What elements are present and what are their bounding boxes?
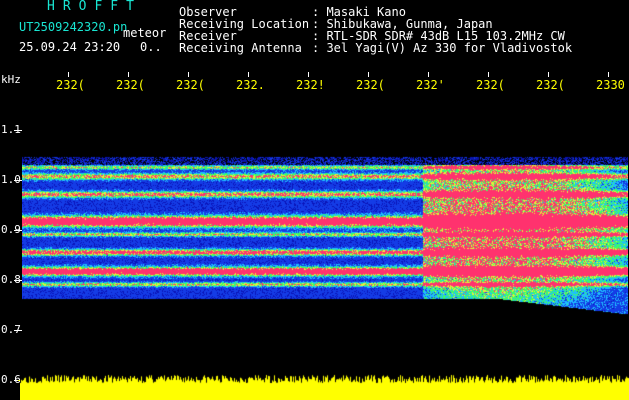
- signal-level-gauge: [20, 372, 629, 400]
- status-label: 0..: [140, 40, 162, 54]
- x-tick-label: 232.: [236, 78, 265, 92]
- app-title: HROFFT: [47, 0, 142, 14]
- x-tick: [248, 72, 249, 77]
- y-tick: [14, 330, 22, 331]
- y-tick: [14, 130, 22, 131]
- y-tick: [14, 280, 22, 281]
- x-tick: [608, 72, 609, 77]
- y-tick: [14, 180, 22, 181]
- x-tick-label: 2330: [596, 78, 625, 92]
- datetime-label: 25.09.24 23:20: [19, 40, 121, 54]
- x-tick-label: 232(: [176, 78, 205, 92]
- x-tick-label: 232!: [296, 78, 325, 92]
- y-axis-unit: kHz: [1, 73, 21, 86]
- y-tick: [14, 230, 22, 231]
- x-tick-label: 232(: [56, 78, 85, 92]
- x-tick-label: 232': [416, 78, 445, 92]
- x-tick-label: 232(: [356, 78, 385, 92]
- x-tick: [68, 72, 69, 77]
- x-tick-label: 232(: [536, 78, 565, 92]
- x-tick: [128, 72, 129, 77]
- filename-label: UT2509242320.pn: [19, 20, 128, 34]
- x-tick: [428, 72, 429, 77]
- antenna-value: : 3el Yagi(V) Az 330 for Vladivostok: [312, 41, 573, 55]
- x-tick: [548, 72, 549, 77]
- x-tick: [188, 72, 189, 77]
- x-tick-label: 232(: [476, 78, 505, 92]
- antenna-label: Receiving Antenna: [179, 41, 302, 55]
- x-tick-label: 232(: [116, 78, 145, 92]
- x-tick: [488, 72, 489, 77]
- x-tick: [368, 72, 369, 77]
- mode-label: meteor: [123, 26, 167, 40]
- x-tick: [308, 72, 309, 77]
- spectrogram-canvas: [22, 94, 628, 372]
